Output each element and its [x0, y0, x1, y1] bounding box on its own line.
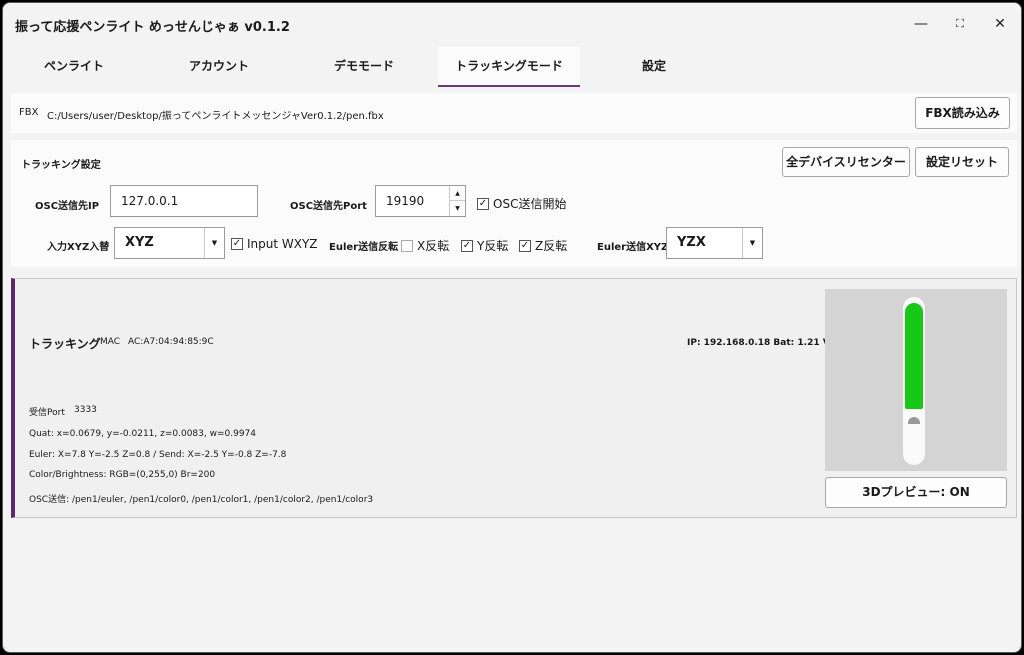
euler-xyz-select[interactable]: YZX ▼: [666, 227, 763, 259]
checkbox-checked-icon: ✓: [231, 238, 243, 250]
y-invert-label: Y反転: [477, 239, 509, 253]
fbx-label: FBX: [19, 107, 39, 118]
app-window: 振って応援ペンライト めっせんじゃぁ v0.1.2 — ⛶ ✕ ペンライト アカ…: [2, 2, 1022, 653]
mac-label: MAC: [100, 337, 121, 347]
port-spinner[interactable]: ▲ ▼: [449, 186, 465, 216]
x-invert-checkbox[interactable]: X反転: [401, 237, 449, 254]
recv-port-value: 3333: [74, 405, 97, 415]
xyz-swap-value: XYZ: [125, 235, 154, 250]
z-invert-label: Z反転: [535, 239, 568, 253]
close-icon[interactable]: ✕: [989, 13, 1011, 35]
title-bar: 振って応援ペンライト めっせんじゃぁ v0.1.2 — ⛶ ✕: [3, 3, 1021, 45]
ip-battery: IP: 192.168.0.18 Bat: 1.21 V: [687, 338, 830, 348]
recv-port-label: 受信Port: [29, 408, 65, 418]
recenter-all-button[interactable]: 全デバイスリセンター: [782, 147, 910, 177]
tracking-settings-panel: トラッキング設定 全デバイスリセンター 設定リセット OSC送信先IP 127.…: [11, 140, 1017, 267]
y-invert-checkbox[interactable]: ✓ Y反転: [461, 237, 508, 254]
fbx-bar: FBX C:/Users/user/Desktop/振ってペンライトメッセンジャ…: [11, 93, 1017, 133]
input-wxyz-label: Input WXYZ: [247, 237, 318, 251]
mac-value: AC:A7:04:94:85:9C: [128, 337, 214, 347]
euler-xyz-label: Euler送信XYZ: [597, 242, 669, 253]
tab-demo-mode[interactable]: デモモード: [293, 47, 435, 87]
chevron-down-icon: ▼: [742, 228, 762, 258]
checkbox-checked-icon: ✓: [477, 197, 489, 210]
euler-invert-label: Euler送信反転: [329, 242, 399, 253]
pen-logo-icon: [908, 417, 920, 424]
penlight-icon: [903, 297, 925, 465]
settings-reset-button[interactable]: 設定リセット: [915, 147, 1009, 177]
checkbox-unchecked-icon: [401, 239, 413, 252]
window-title: 振って応援ペンライト めっせんじゃぁ v0.1.2: [15, 20, 290, 35]
tab-tracking-mode[interactable]: トラッキングモード: [438, 47, 580, 87]
quat-readout: Quat: x=0.0679, y=-0.0211, z=0.0083, w=0…: [29, 429, 257, 439]
tab-bar: ペンライト アカウント デモモード トラッキングモード 設定: [3, 47, 1021, 87]
spin-up-icon[interactable]: ▲: [450, 186, 465, 201]
fbx-path: C:/Users/user/Desktop/振ってペンライトメッセンジャVer0…: [47, 111, 384, 122]
minimize-icon[interactable]: —: [910, 13, 932, 35]
x-invert-label: X反転: [417, 239, 450, 253]
spin-down-icon[interactable]: ▼: [450, 201, 465, 216]
euler-readout: Euler: X=7.8 Y=-2.5 Z=0.8 / Send: X=-2.5…: [29, 450, 287, 460]
chevron-down-icon: ▼: [204, 228, 224, 258]
device-panel: トラッキング MAC AC:A7:04:94:85:9C IP: 192.168…: [11, 278, 1017, 518]
xyz-swap-label: 入力XYZ入替: [47, 242, 110, 253]
euler-xyz-value: YZX: [677, 235, 706, 250]
fbx-load-button[interactable]: FBX読み込み: [915, 97, 1010, 129]
xyz-swap-select[interactable]: XYZ ▼: [114, 227, 225, 259]
device-name: トラッキング: [29, 337, 101, 351]
osc-start-label: OSC送信開始: [493, 197, 567, 211]
tab-account[interactable]: アカウント: [148, 47, 290, 87]
osc-ip-label: OSC送信先IP: [35, 201, 100, 212]
osc-send-readout: OSC送信: /pen1/euler, /pen1/color0, /pen1/…: [29, 495, 374, 505]
osc-start-checkbox[interactable]: ✓ OSC送信開始: [477, 195, 566, 212]
checkbox-checked-icon: ✓: [461, 239, 473, 252]
osc-port-value: 19190: [386, 194, 425, 208]
pen-light-glow: [905, 303, 923, 409]
checkbox-checked-icon: ✓: [519, 239, 531, 252]
osc-ip-input[interactable]: 127.0.0.1: [110, 185, 258, 217]
tab-penlight[interactable]: ペンライト: [3, 47, 145, 87]
tab-settings[interactable]: 設定: [583, 47, 725, 87]
3d-preview-toggle-button[interactable]: 3Dプレビュー: ON: [825, 477, 1007, 508]
osc-port-label: OSC送信先Port: [290, 201, 367, 212]
input-wxyz-checkbox[interactable]: ✓ Input WXYZ: [231, 237, 318, 251]
z-invert-checkbox[interactable]: ✓ Z反転: [519, 237, 567, 254]
tracking-settings-title: トラッキング設定: [21, 160, 101, 171]
3d-preview: [825, 289, 1007, 471]
maximize-icon[interactable]: ⛶: [949, 13, 971, 35]
color-readout: Color/Brightness: RGB=(0,255,0) Br=200: [29, 470, 216, 480]
osc-port-stepper[interactable]: 19190 ▲ ▼: [375, 185, 466, 217]
